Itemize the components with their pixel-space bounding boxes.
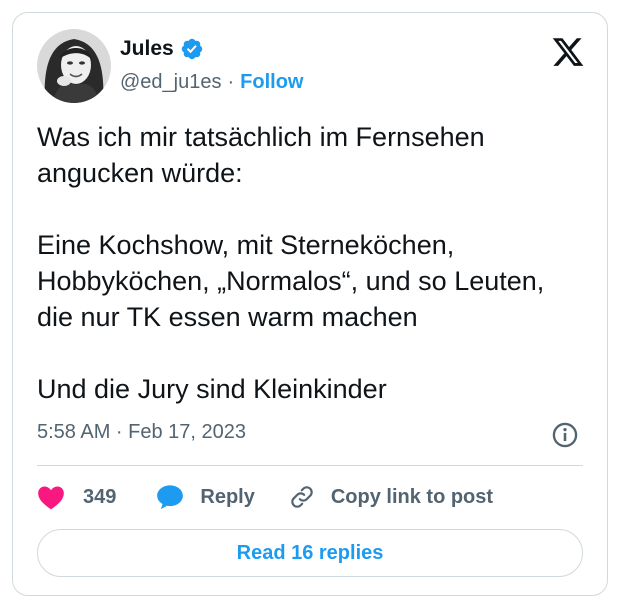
reply-label: Reply <box>200 485 255 508</box>
link-icon <box>291 486 313 508</box>
tweet-card: Jules @ed_ju1es · Follow Was ich mir tat… <box>12 12 608 596</box>
tweet-paragraph: Was ich mir tatsächlich im Fernsehen ang… <box>37 122 485 188</box>
author-name-row: Jules <box>120 37 204 61</box>
follow-button[interactable]: Follow <box>240 71 303 94</box>
avatar[interactable] <box>37 29 111 103</box>
tweet-text: Was ich mir tatsächlich im Fernsehen ang… <box>37 119 587 407</box>
verified-badge-icon <box>181 38 202 60</box>
tweet-paragraph: Eine Kochshow, mit Sterneköchen, Hobbykö… <box>37 230 545 332</box>
tweet-paragraph: Und die Jury sind Kleinkinder <box>37 374 387 404</box>
read-replies-button[interactable]: Read 16 replies <box>37 529 583 577</box>
author-name[interactable]: Jules <box>120 37 174 61</box>
speech-bubble-icon <box>157 485 184 510</box>
divider <box>37 465 583 466</box>
copy-link-label: Copy link to post <box>330 485 494 508</box>
like-button[interactable]: 349 <box>37 484 116 510</box>
heart-icon <box>38 486 64 510</box>
tweet-actions: 349 Reply Copy link to post <box>37 479 493 515</box>
tweet-timestamp[interactable]: 5:58 AM · Feb 17, 2023 <box>37 421 246 444</box>
copy-link-button[interactable]: Copy link to post <box>289 484 493 510</box>
reply-button[interactable]: Reply <box>156 484 255 510</box>
author-handle-row: @ed_ju1es · Follow <box>120 71 303 94</box>
author-handle[interactable]: @ed_ju1es <box>120 71 221 94</box>
x-logo-icon[interactable] <box>551 35 585 69</box>
info-icon[interactable] <box>551 421 579 449</box>
like-count: 349 <box>83 485 117 508</box>
avatar-image <box>37 29 111 103</box>
handle-separator: · <box>227 71 235 93</box>
